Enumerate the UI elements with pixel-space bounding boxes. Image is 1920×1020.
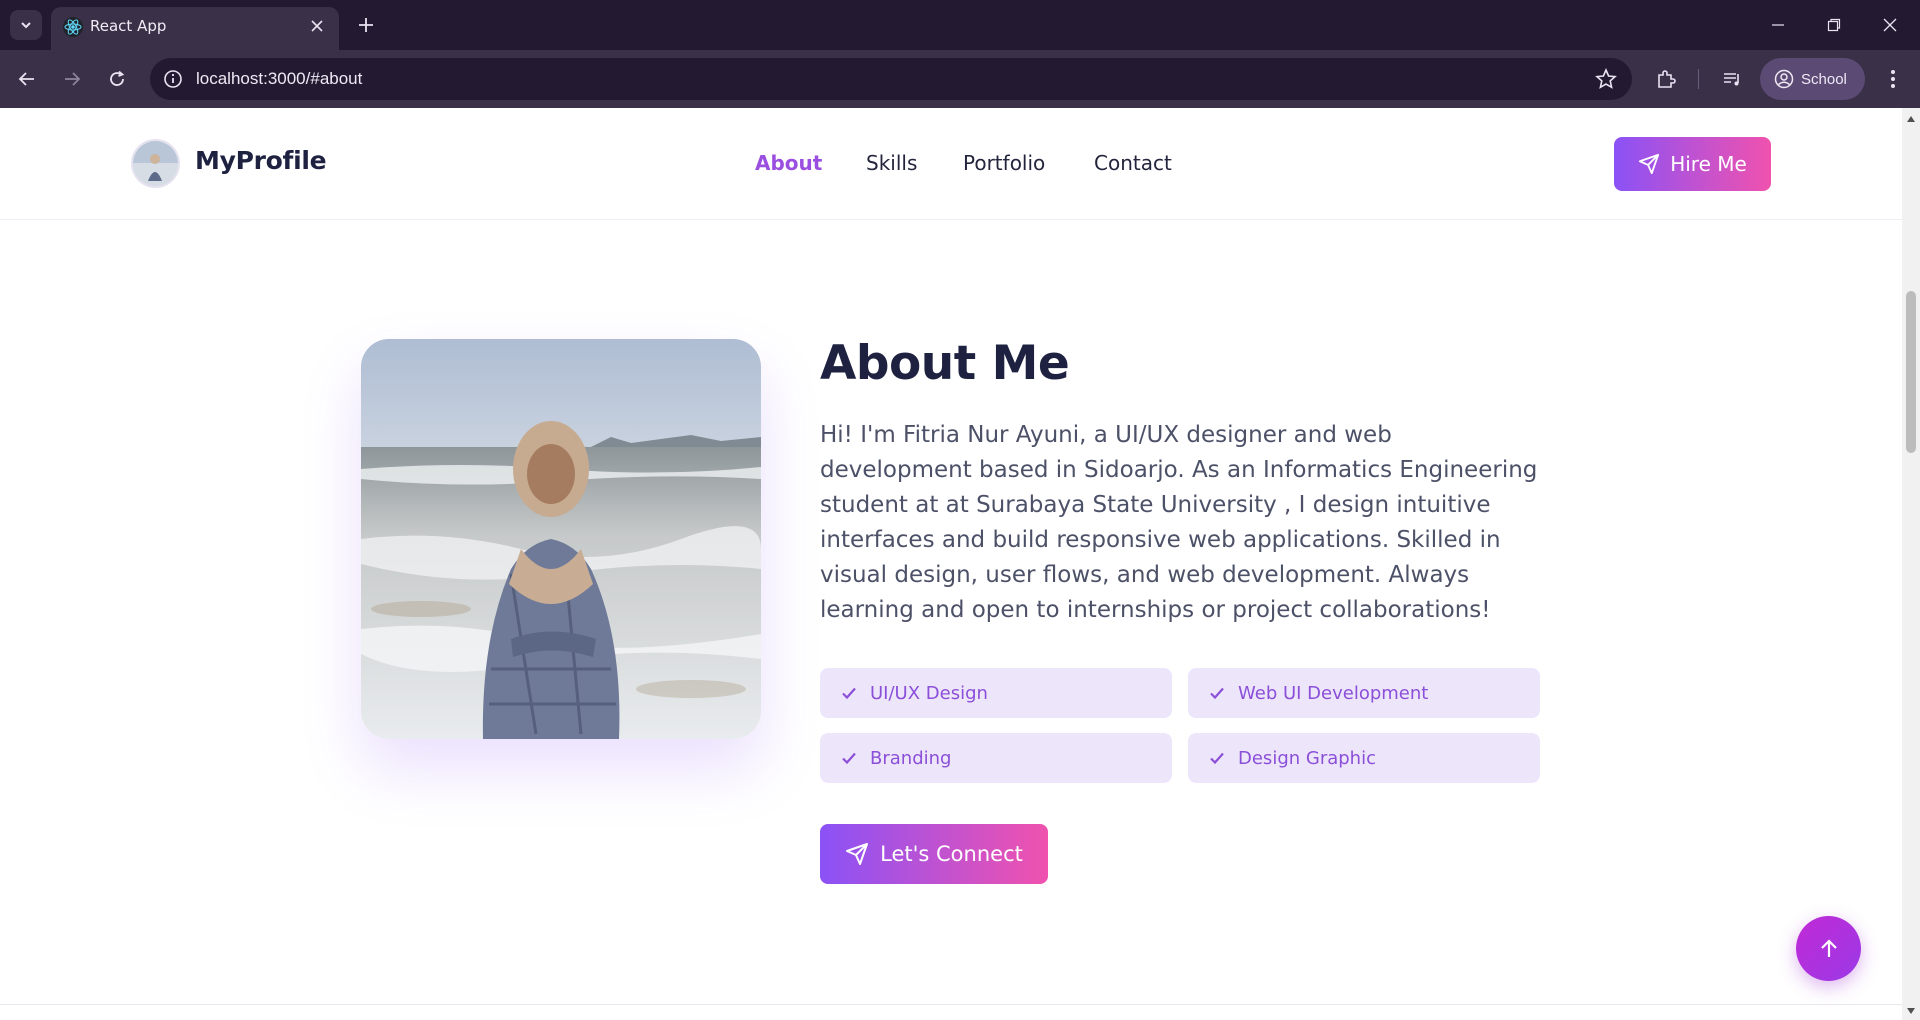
nav-link-skills[interactable]: Skills [866, 151, 917, 175]
skill-chip: Design Graphic [1188, 733, 1540, 783]
minimize-icon [1772, 24, 1784, 26]
page-viewport: MyProfile About Skills Portfolio Contact… [0, 108, 1902, 1020]
profile-button[interactable]: School [1760, 58, 1865, 100]
scroll-up-arrow-icon[interactable] [1906, 114, 1916, 124]
browser-tab-strip: React App [0, 0, 1920, 50]
forward-button[interactable] [55, 62, 89, 96]
new-tab-button[interactable] [352, 11, 380, 39]
lets-connect-label: Let's Connect [880, 842, 1023, 866]
restore-icon [1827, 18, 1841, 32]
check-icon [842, 752, 856, 765]
arrow-left-icon [18, 72, 34, 86]
media-controls-button[interactable] [1716, 63, 1748, 95]
plus-icon [359, 18, 373, 32]
restore-button[interactable] [1806, 0, 1862, 50]
react-logo-icon [63, 17, 83, 37]
skill-label: Design Graphic [1238, 747, 1376, 769]
bookmark-star-icon[interactable] [1594, 67, 1618, 91]
address-bar[interactable]: localhost:3000/#about [150, 58, 1632, 100]
url-text[interactable]: localhost:3000/#about [196, 69, 362, 89]
tab-search-button[interactable] [10, 10, 42, 40]
profile-label: School [1801, 70, 1847, 88]
extensions-button[interactable] [1650, 63, 1682, 95]
minimize-button[interactable] [1750, 0, 1806, 50]
skill-label: UI/UX Design [870, 682, 988, 704]
site-info-icon[interactable] [162, 68, 184, 90]
page-scrollbar[interactable] [1902, 108, 1920, 1020]
hire-me-label: Hire Me [1670, 152, 1747, 176]
skill-chip: UI/UX Design [820, 668, 1172, 718]
profile-icon [1774, 69, 1794, 89]
close-icon [1883, 18, 1897, 32]
reload-icon [110, 70, 125, 86]
beach-portrait-image [361, 339, 761, 739]
tab-close-button[interactable] [305, 14, 329, 38]
check-icon [1210, 752, 1224, 765]
back-button[interactable] [10, 62, 44, 96]
skill-label: Web UI Development [1238, 682, 1429, 704]
toolbar-separator [1698, 69, 1699, 89]
tab-title: React App [90, 17, 167, 35]
arrow-up-icon [1820, 938, 1837, 957]
site-header: MyProfile About Skills Portfolio Contact… [0, 108, 1902, 220]
close-icon [311, 20, 323, 32]
avatar[interactable] [131, 139, 180, 188]
lets-connect-button[interactable]: Let's Connect [820, 824, 1048, 884]
chevron-down-icon [21, 22, 31, 29]
scrollbar-thumb[interactable] [1906, 291, 1916, 453]
nav-link-about[interactable]: About [755, 151, 822, 175]
profile-photo [361, 339, 761, 739]
hire-me-button[interactable]: Hire Me [1614, 137, 1771, 191]
arrow-right-icon [65, 72, 81, 86]
scroll-down-arrow-icon[interactable] [1906, 1006, 1916, 1016]
browser-tab-active[interactable]: React App [51, 7, 339, 50]
skill-chip: Web UI Development [1188, 668, 1540, 718]
playlist-icon [1724, 73, 1739, 86]
check-icon [1210, 687, 1224, 700]
browser-menu-button[interactable] [1877, 63, 1909, 95]
browser-toolbar: localhost:3000/#about School [0, 50, 1920, 108]
scroll-to-top-button[interactable] [1796, 916, 1861, 981]
avatar-photo [133, 141, 178, 186]
about-description: Hi! I'm Fitria Nur Ayuni, a UI/UX design… [820, 422, 1538, 623]
close-window-button[interactable] [1862, 0, 1918, 50]
check-icon [842, 687, 856, 700]
skill-chip: Branding [820, 733, 1172, 783]
about-title: About Me [820, 336, 1070, 391]
puzzle-icon [1658, 70, 1676, 88]
more-vertical-icon [1891, 70, 1895, 88]
nav-link-contact[interactable]: Contact [1094, 151, 1172, 175]
nav-link-portfolio[interactable]: Portfolio [963, 151, 1045, 175]
send-icon [846, 843, 869, 865]
section-divider [0, 1004, 1902, 1005]
send-icon [1639, 153, 1660, 175]
site-logo[interactable]: MyProfile [195, 146, 327, 175]
reload-button[interactable] [100, 62, 134, 96]
skill-label: Branding [870, 747, 952, 769]
